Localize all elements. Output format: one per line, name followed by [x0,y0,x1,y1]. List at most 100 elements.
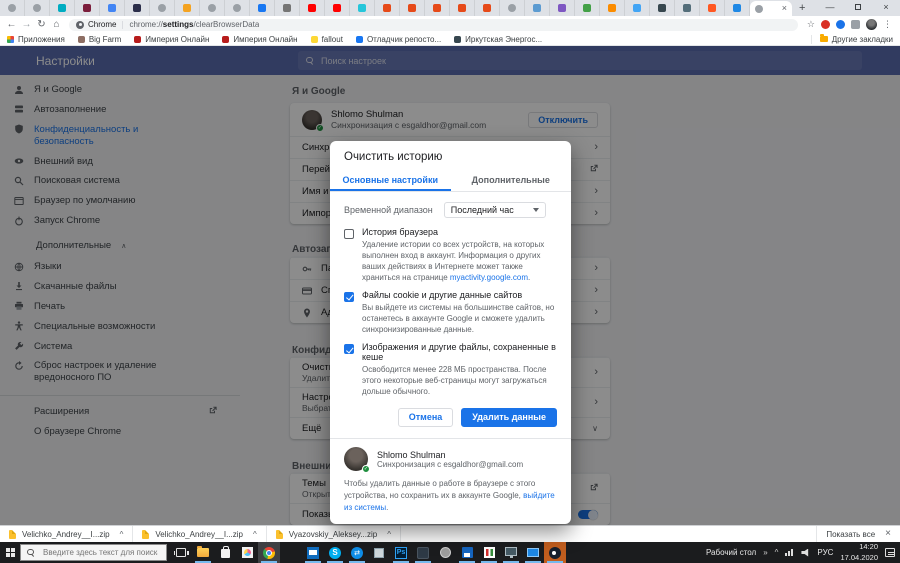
address-bar[interactable]: Chrome chrome://settings/clearBrowserDat… [69,18,798,31]
bookmark-star-icon[interactable]: ☆ [807,20,815,29]
pinned-tab[interactable] [350,0,375,16]
bookmark-item[interactable]: fallout [310,35,343,44]
bookmark-item[interactable]: Приложения [7,35,65,44]
back-button[interactable]: ← [4,19,19,30]
cache-checkbox[interactable] [344,344,354,355]
desktop-toolbar-label[interactable]: Рабочий стол [706,548,756,557]
pinned-tab[interactable] [425,0,450,16]
other-bookmarks-button[interactable]: Другие закладки [810,34,893,44]
taskbar-photoshop[interactable] [390,542,412,563]
pinned-tab[interactable] [625,0,650,16]
taskbar-chrome[interactable] [258,542,280,563]
pinned-tab[interactable] [150,0,175,16]
active-tab[interactable]: × [750,1,792,16]
pinned-tab[interactable] [500,0,525,16]
history-checkbox[interactable] [344,229,354,239]
pinned-tab[interactable] [25,0,50,16]
taskbar-skype[interactable] [324,542,346,563]
myactivity-link[interactable]: myactivity.google.com [450,273,528,282]
pinned-tab[interactable] [575,0,600,16]
pinned-tab[interactable] [650,0,675,16]
pinned-tab[interactable] [300,0,325,16]
reload-button[interactable]: ↻ [34,19,49,30]
pinned-tab[interactable] [125,0,150,16]
bookmark-item[interactable]: Отладчик репосто... [355,35,441,44]
extension-icon-blue[interactable] [836,20,845,29]
taskbar-clock[interactable]: 14:20 17.04.2020 [840,542,878,562]
pinned-tab[interactable] [600,0,625,16]
pinned-tab[interactable] [550,0,575,16]
cancel-button[interactable]: Отмена [397,408,454,428]
download-menu-icon[interactable]: ^ [253,530,257,539]
pinned-tab[interactable] [675,0,700,16]
pinned-tab[interactable] [475,0,500,16]
bookmark-item[interactable]: Империя Онлайн [222,35,298,44]
pinned-tab[interactable] [100,0,125,16]
extension-icon-gray[interactable] [851,20,860,29]
taskbar-mail[interactable] [302,542,324,563]
language-indicator[interactable]: РУС [817,548,833,557]
download-menu-icon[interactable]: ^ [120,530,124,539]
taskbar-blue-pc[interactable] [522,542,544,563]
pinned-tab[interactable] [75,0,100,16]
pinned-tab[interactable] [325,0,350,16]
toolbar-overflow-icon[interactable]: » [763,548,767,557]
pinned-tab[interactable] [225,0,250,16]
start-button[interactable] [0,542,20,563]
taskbar-steam[interactable] [544,542,566,563]
pinned-tab[interactable] [400,0,425,16]
taskbar-microsoft-store[interactable] [214,542,236,563]
pinned-tab[interactable] [375,0,400,16]
download-item[interactable]: Vyazovskiy_Aleksey...zip ^ [267,526,401,542]
volume-icon[interactable] [801,548,809,557]
pinned-tab[interactable] [525,0,550,16]
taskbar-search-input[interactable] [41,547,160,558]
pinned-tab[interactable] [175,0,200,16]
taskbar-3d-viewer[interactable] [368,542,390,563]
window-close-button[interactable]: × [872,0,900,14]
show-all-downloads-button[interactable]: Показать все [826,530,875,539]
pinned-tab[interactable] [450,0,475,16]
profile-avatar[interactable] [866,19,877,30]
pinned-tab[interactable] [0,0,25,16]
taskbar-remote-pc[interactable] [500,542,522,563]
taskbar-photos[interactable] [236,542,258,563]
taskbar-teamviewer[interactable] [346,542,368,563]
tab-advanced[interactable]: Дополнительные [451,170,572,191]
bookmark-item[interactable]: Иркутская Энергос... [454,35,542,44]
pinned-tab[interactable] [50,0,75,16]
taskbar-edge[interactable] [280,542,302,563]
forward-button[interactable]: → [19,19,34,30]
pinned-tab[interactable] [250,0,275,16]
downloads-bar-close-icon[interactable]: × [885,529,891,539]
action-center-icon[interactable] [885,548,895,557]
cookies-checkbox[interactable] [344,292,354,303]
taskbar-round-app[interactable] [434,542,456,563]
taskbar-1c-app[interactable] [456,542,478,563]
pinned-tab[interactable] [700,0,725,16]
download-item[interactable]: Velichko_Andrey__I...zip ^ [133,526,267,542]
tab-close-icon[interactable]: × [782,4,787,13]
new-tab-button[interactable]: + [799,2,805,14]
taskbar-task-view[interactable] [170,542,192,563]
network-icon[interactable] [785,549,794,556]
bookmark-item[interactable]: Big Farm [77,35,121,44]
browser-menu-icon[interactable]: ⋮ [883,20,892,29]
download-menu-icon[interactable]: ^ [387,530,391,539]
window-restore-button[interactable] [844,0,872,14]
pinned-tab[interactable] [200,0,225,16]
extension-icon-red[interactable] [821,20,830,29]
taskbar-search[interactable] [20,544,167,561]
time-range-select[interactable]: Последний час [443,202,546,218]
tab-basic[interactable]: Основные настройки [330,170,451,191]
home-button[interactable]: ⌂ [49,19,64,30]
pinned-tab[interactable] [275,0,300,16]
taskbar-flag-app[interactable] [478,542,500,563]
taskbar-premiere[interactable] [412,542,434,563]
tray-expand-icon[interactable]: ^ [775,548,779,557]
delete-data-button[interactable]: Удалить данные [461,408,557,428]
window-minimize-button[interactable]: — [816,0,844,14]
download-item[interactable]: Velichko_Andrey__I...zip ^ [0,526,134,542]
bookmark-item[interactable]: Империя Онлайн [134,35,209,44]
pinned-tab[interactable] [725,0,750,16]
